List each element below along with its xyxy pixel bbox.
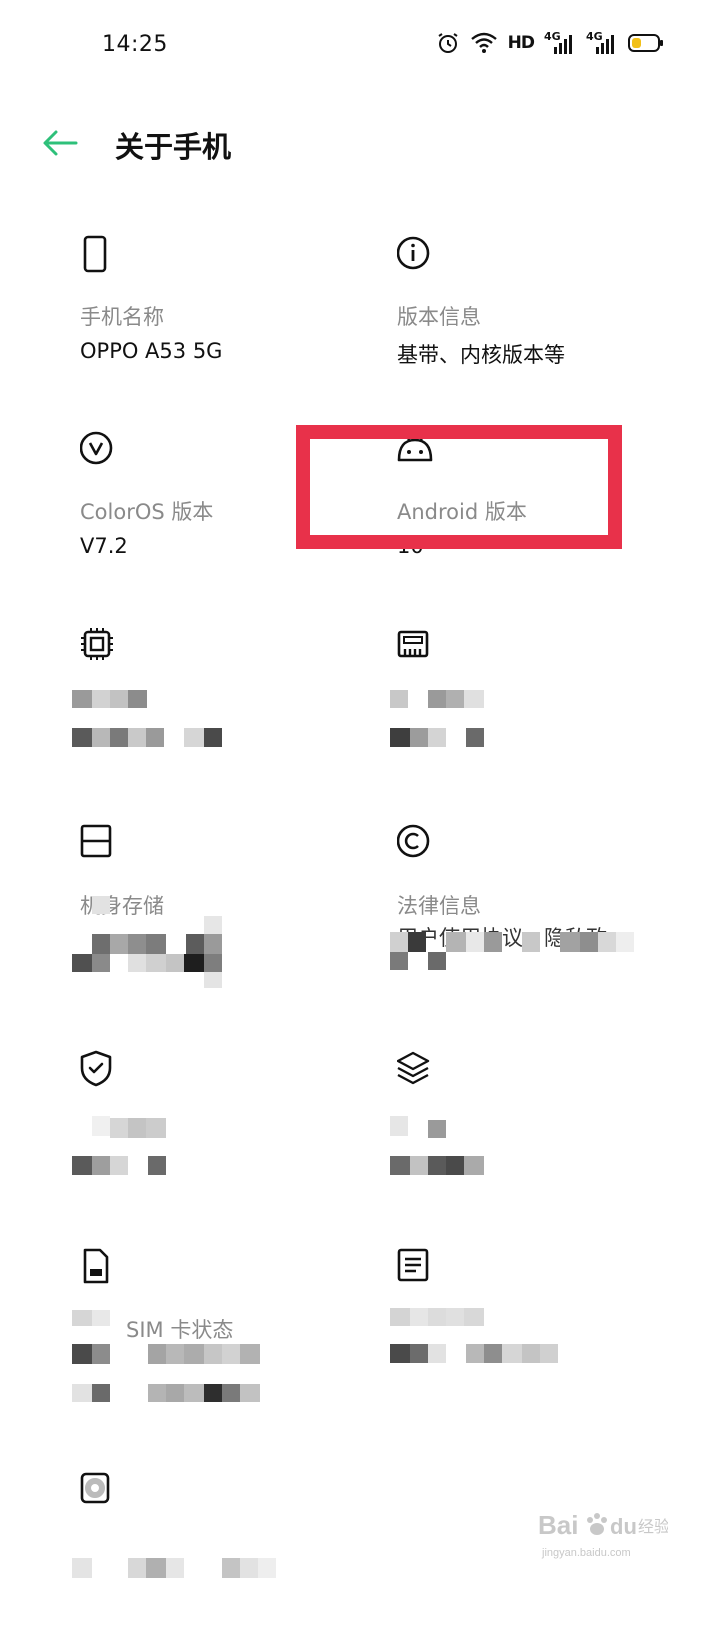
item-camera[interactable] [80,1470,380,1630]
storage-icon [80,824,112,862]
hd-badge: HD [507,33,535,53]
baidu-watermark-logo: Bai du 经验 jingyan.baidu.com [538,1498,670,1568]
status-bar: 14:25 HD 4G 4G [0,0,720,90]
alarm-icon [436,31,460,55]
page-header: 关于手机 [0,110,720,180]
status-icons: HD 4G 4G [436,30,664,56]
ram-icon [397,627,429,665]
coloros-icon [79,430,113,468]
shield-check-icon [80,1050,112,1088]
item-version-info[interactable]: 版本信息 基带、内核版本等 [396,235,697,395]
item-value: OPPO A53 5G [80,339,223,363]
phone-icon [80,235,112,273]
info-icon [396,235,430,273]
page-title: 关于手机 [115,130,232,164]
item-status-info[interactable] [397,1248,697,1408]
item-value: 基带、内核版本等 [397,343,565,367]
highlight-box [296,425,622,549]
svg-text:Bai: Bai [538,1510,578,1540]
signal-icon: 4G [544,30,576,56]
item-label: SIM 卡状态 [126,1318,234,1342]
camera-icon [80,1470,112,1508]
item-value: V7.2 [80,534,128,558]
back-arrow-icon[interactable] [40,126,80,160]
svg-text:du: du [610,1514,637,1539]
svg-text:jingyan.baidu.com: jingyan.baidu.com [541,1547,631,1559]
cpu-icon [80,627,113,665]
item-label: 手机名称 [80,305,164,329]
item-phone-name[interactable]: 手机名称 OPPO A53 5G [80,235,380,395]
item-label: 法律信息 [397,894,481,918]
svg-text:经验: 经验 [638,1517,668,1536]
battery-icon [628,33,664,53]
item-storage[interactable]: 机身存储 [80,824,380,984]
sim-card-icon [80,1248,112,1286]
item-label: 版本信息 [397,305,481,329]
item-label: ColorOS 版本 [80,500,214,524]
signal-icon: 4G [586,30,618,56]
wifi-icon [470,32,498,54]
status-time: 14:25 [102,32,168,57]
document-icon [397,1248,429,1286]
copyright-icon [396,824,430,862]
layers-icon [396,1050,430,1088]
